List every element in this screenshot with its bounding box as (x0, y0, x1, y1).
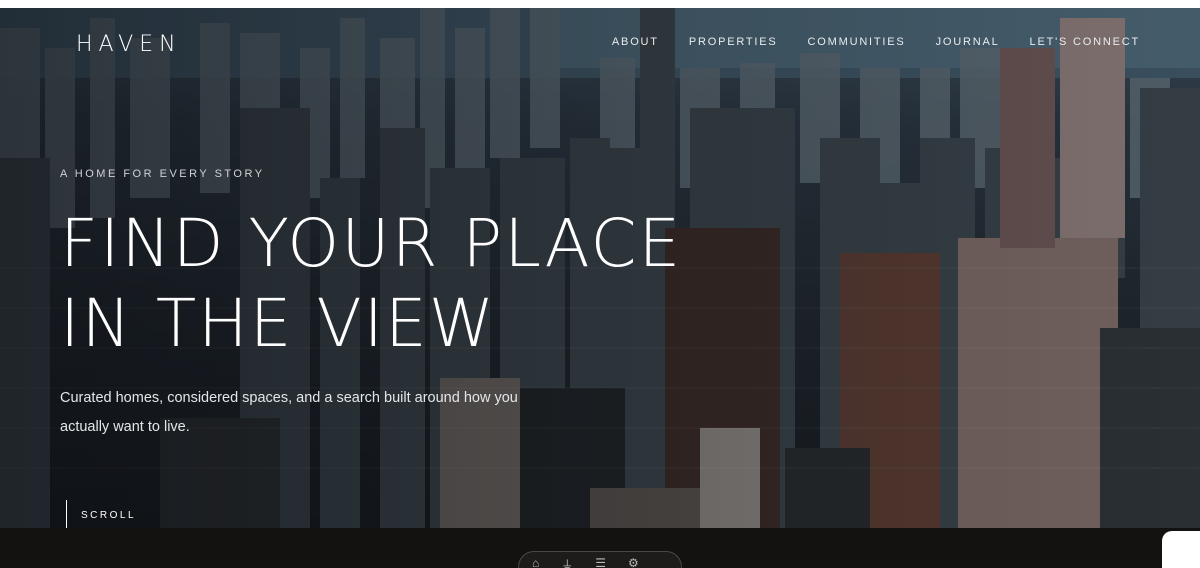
settings-icon[interactable]: ⚙ (628, 556, 639, 568)
hero-headline-line-1: FIND YOUR PLACE (60, 205, 683, 282)
filter-icon[interactable]: ☰ (595, 556, 606, 568)
hero-subtext: Curated homes, considered spaces, and a … (60, 390, 518, 435)
chat-widget-button[interactable] (1162, 531, 1200, 568)
nav-link-journal[interactable]: JOURNAL (936, 36, 1000, 48)
main-nav: ABOUT PROPERTIES COMMUNITIES JOURNAL LET… (612, 36, 1140, 48)
brand-logo[interactable]: HAVEN (76, 32, 182, 57)
hero-section: HAVEN ABOUT PROPERTIES COMMUNITIES JOURN… (0, 8, 1200, 528)
scroll-line-icon (66, 500, 67, 528)
hero-headline: FIND YOUR PLACE IN THE VIEW (60, 204, 682, 364)
nav-link-communities[interactable]: COMMUNITIES (808, 36, 906, 48)
nav-link-about[interactable]: ABOUT (612, 36, 659, 48)
scroll-indicator[interactable]: SCROLL (66, 500, 136, 528)
home-icon[interactable]: ⌂ (532, 556, 539, 568)
scroll-label: SCROLL (81, 509, 137, 521)
nav-link-connect[interactable]: LET'S CONNECT (1030, 36, 1140, 48)
page: HAVEN ABOUT PROPERTIES COMMUNITIES JOURN… (0, 0, 1200, 568)
search-toolbar-icons: ⌂ ⏚ ☰ ⚙ (532, 556, 639, 568)
hero-headline-line-2: IN THE VIEW (60, 285, 497, 362)
hero-eyebrow: A HOME FOR EVERY STORY (60, 168, 265, 180)
nav-link-properties[interactable]: PROPERTIES (689, 36, 778, 48)
bath-icon[interactable]: ⏚ (561, 556, 573, 568)
